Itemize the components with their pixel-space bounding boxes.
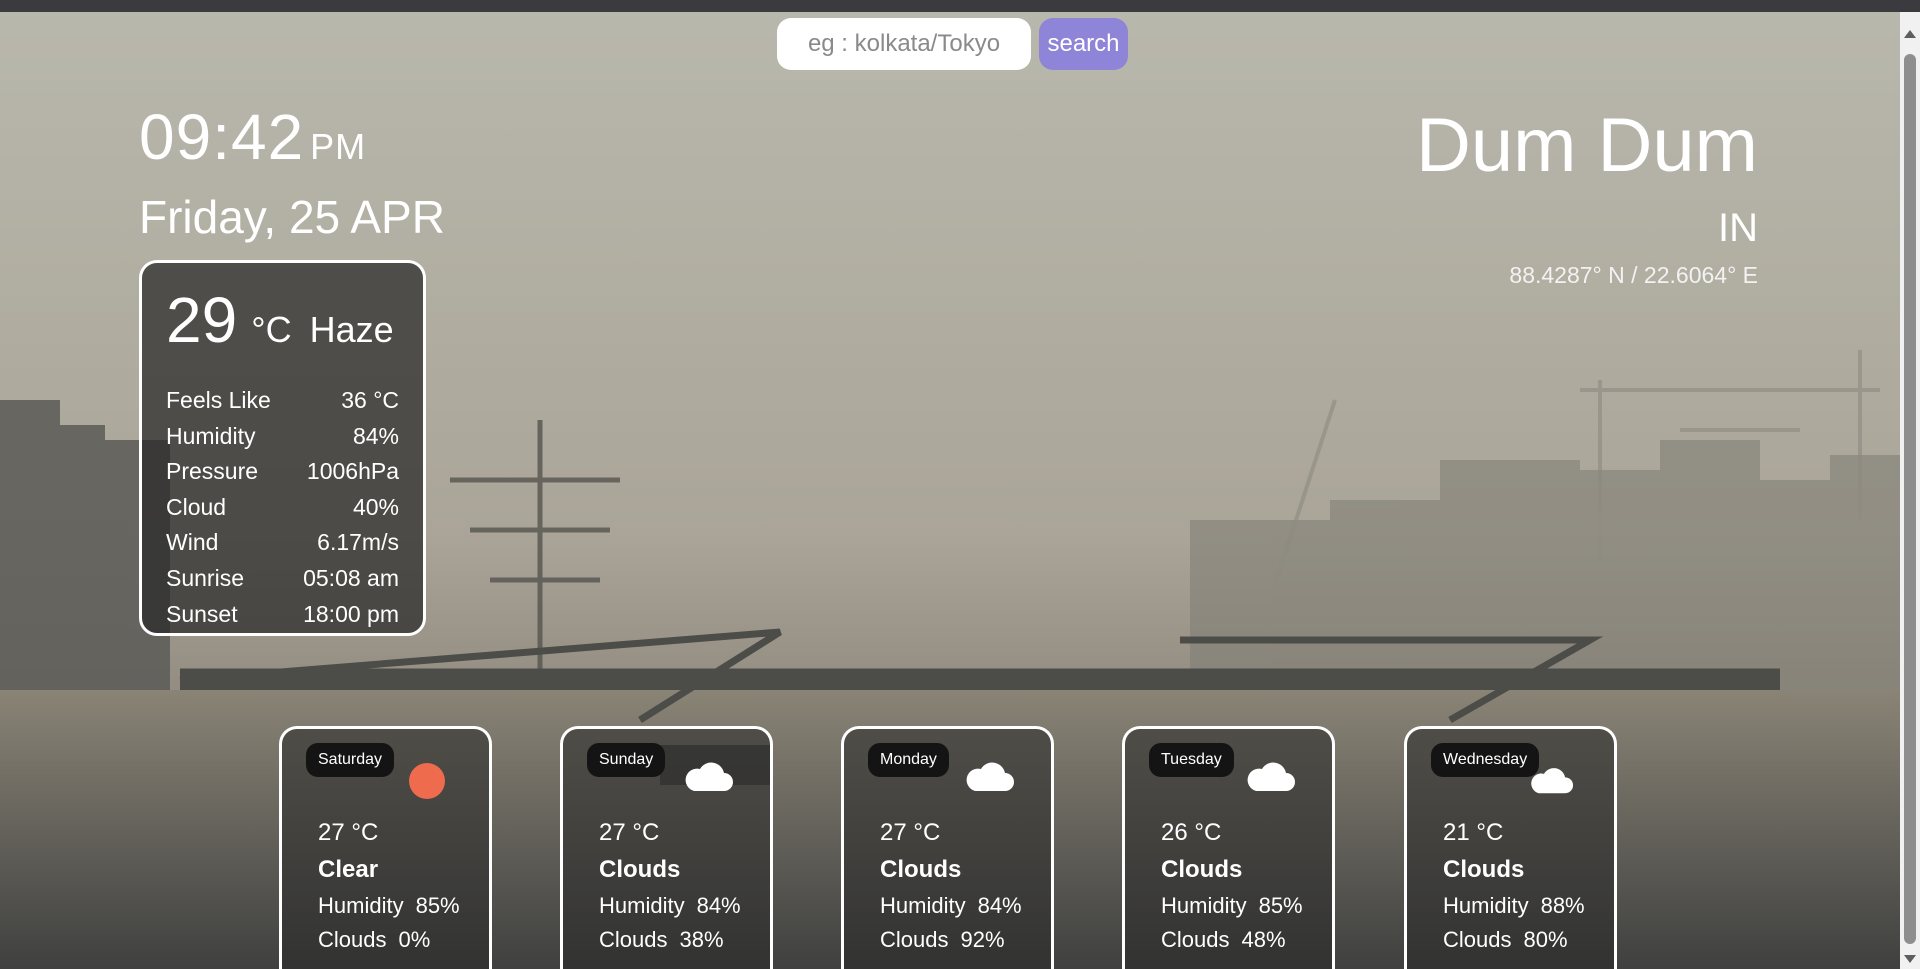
scroll-up-arrow-icon[interactable] [1904, 30, 1916, 38]
scrollbar-thumb[interactable] [1904, 54, 1916, 944]
forecast-clouds: Clouds 92% [880, 927, 1005, 953]
detail-label: Humidity [166, 422, 256, 449]
current-weather-card: 29 °C Haze Feels Like 36 °C Humidity 84%… [139, 260, 426, 636]
forecast-card-tuesday: Tuesday 26 °C Clouds Humidity 85% Clouds… [1122, 726, 1335, 969]
clouds-label: Clouds [318, 927, 387, 952]
search-bar: search [777, 18, 1128, 70]
forecast-day-badge: Wednesday [1431, 743, 1540, 777]
cloud-icon [1247, 762, 1295, 791]
clouds-label: Clouds [1443, 927, 1512, 952]
city-search-input[interactable] [777, 18, 1031, 70]
detail-value: 6.17m/s [317, 529, 399, 556]
detail-row-cloud: Cloud 40% [166, 490, 399, 526]
forecast-temperature: 27 °C [318, 819, 379, 846]
forecast-card-monday: Monday 27 °C Clouds Humidity 84% Clouds … [841, 726, 1054, 969]
clouds-label: Clouds [880, 927, 949, 952]
city-name: Dum Dum [1415, 103, 1758, 188]
weather-details: Feels Like 36 °C Humidity 84% Pressure 1… [166, 383, 399, 632]
forecast-card-saturday: Saturday 27 °C Clear Humidity 85% Clouds… [279, 726, 492, 969]
detail-row-feels-like: Feels Like 36 °C [166, 383, 399, 419]
humidity-value: 85% [1258, 893, 1303, 918]
current-weather-header: 29 °C Haze [166, 283, 399, 361]
forecast-condition: Clear [318, 856, 379, 883]
detail-value: 40% [352, 493, 399, 520]
clouds-label: Clouds [599, 927, 668, 952]
detail-label: Sunset [166, 600, 238, 627]
forecast-condition: Clouds [1443, 856, 1525, 883]
detail-value: 18:00 pm [303, 600, 399, 627]
country-code: IN [1718, 206, 1758, 250]
current-date: Friday, 25 APR [139, 191, 445, 243]
forecast-day-badge: Tuesday [1149, 743, 1234, 777]
forecast-humidity: Humidity 84% [599, 893, 741, 919]
forecast-card-sunday: Sunday 27 °C Clouds Humidity 84% Clouds … [560, 726, 773, 969]
current-condition: Haze [309, 309, 394, 350]
detail-row-sunrise: Sunrise 05:08 am [166, 561, 399, 597]
clouds-value: 38% [679, 927, 724, 952]
forecast-temperature: 21 °C [1443, 819, 1504, 846]
detail-row-pressure: Pressure 1006hPa [166, 454, 399, 490]
clouds-label: Clouds [1161, 927, 1230, 952]
detail-value: 36 °C [341, 387, 399, 413]
forecast-temperature: 26 °C [1161, 819, 1222, 846]
humidity-value: 85% [415, 893, 460, 918]
forecast-clouds: Clouds 80% [1443, 927, 1568, 953]
detail-value: 84% [352, 422, 399, 449]
coordinates: 88.4287° N / 22.6064° E [1509, 262, 1758, 288]
humidity-value: 88% [1540, 893, 1585, 918]
forecast-humidity: Humidity 88% [1443, 893, 1585, 919]
humidity-label: Humidity [880, 893, 966, 918]
humidity-value: 84% [696, 893, 741, 918]
vertical-scrollbar[interactable] [1900, 12, 1920, 969]
forecast-clouds: Clouds 0% [318, 927, 430, 953]
temperature-unit: °C [251, 309, 292, 350]
browser-top-bar [0, 0, 1920, 12]
detail-label: Sunrise [166, 564, 244, 591]
humidity-label: Humidity [1161, 893, 1247, 918]
humidity-label: Humidity [1443, 893, 1529, 918]
forecast-condition: Clouds [880, 856, 962, 883]
humidity-label: Humidity [599, 893, 685, 918]
humidity-label: Humidity [318, 893, 404, 918]
current-time: 09:42 PM [139, 100, 366, 174]
sun-icon [409, 763, 445, 799]
forecast-day-badge: Monday [868, 743, 949, 777]
forecast-day-badge: Sunday [587, 743, 666, 777]
cloud-icon [966, 762, 1014, 791]
time-value: 09:42 [139, 101, 305, 173]
detail-row-wind: Wind 6.17m/s [166, 525, 399, 561]
detail-value: 05:08 am [303, 564, 399, 591]
forecast-humidity: Humidity 85% [1161, 893, 1303, 919]
detail-value: 1006hPa [306, 458, 399, 485]
clouds-value: 48% [1241, 927, 1286, 952]
forecast-temperature: 27 °C [599, 819, 660, 846]
forecast-humidity: Humidity 85% [318, 893, 460, 919]
forecast-humidity: Humidity 84% [880, 893, 1022, 919]
detail-label: Pressure [166, 458, 259, 485]
detail-label: Feels Like [166, 387, 271, 413]
scroll-down-arrow-icon[interactable] [1904, 955, 1916, 963]
forecast-condition: Clouds [1161, 856, 1243, 883]
forecast-condition: Clouds [599, 856, 681, 883]
forecast-card-wednesday: Wednesday 21 °C Clouds Humidity 88% Clou… [1404, 726, 1617, 969]
cloud-icon [1531, 768, 1574, 794]
humidity-value: 84% [977, 893, 1022, 918]
detail-row-sunset: Sunset 18:00 pm [166, 597, 399, 633]
forecast-clouds: Clouds 48% [1161, 927, 1286, 953]
current-temperature: 29 [166, 284, 238, 356]
time-ampm: PM [310, 126, 367, 167]
forecast-clouds: Clouds 38% [599, 927, 724, 953]
search-button[interactable]: search [1039, 18, 1128, 70]
forecast-temperature: 27 °C [880, 819, 941, 846]
clouds-value: 0% [398, 927, 431, 952]
cloud-icon [685, 762, 733, 791]
detail-label: Cloud [166, 493, 227, 520]
clouds-value: 92% [960, 927, 1005, 952]
forecast-day-badge: Saturday [306, 743, 395, 777]
detail-row-humidity: Humidity 84% [166, 419, 399, 455]
clouds-value: 80% [1523, 927, 1568, 952]
detail-label: Wind [166, 529, 219, 556]
